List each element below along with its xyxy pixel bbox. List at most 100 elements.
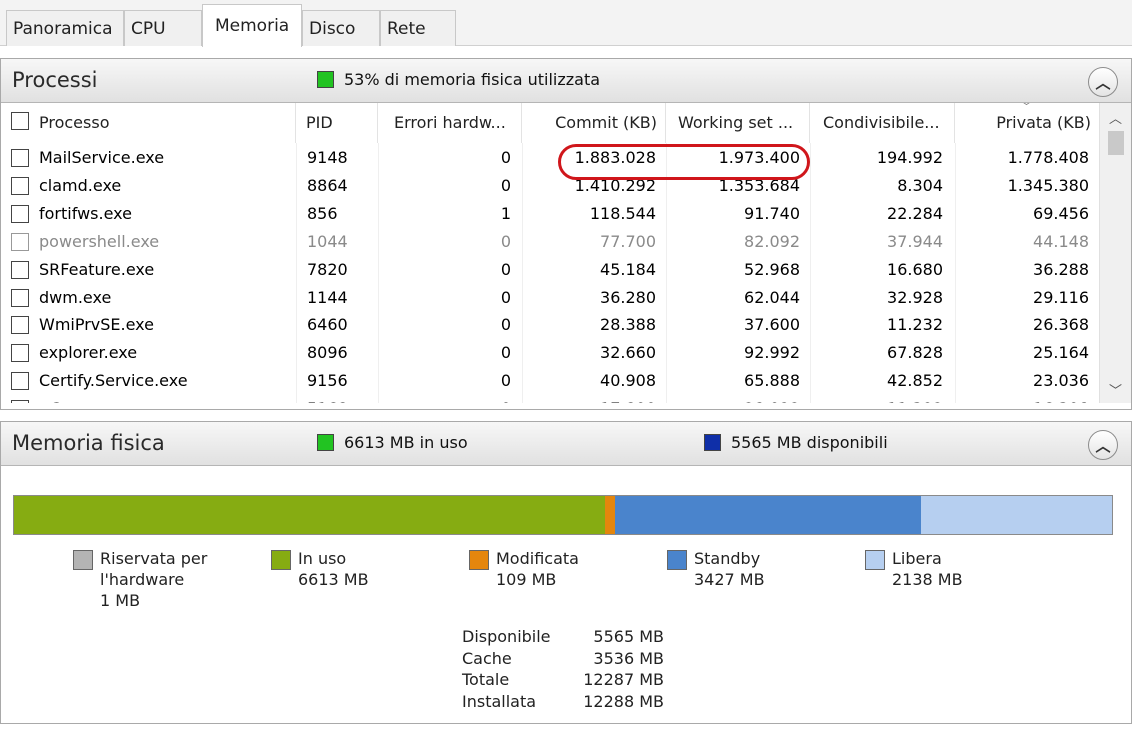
process-name: Certify.Service.exe (39, 371, 188, 391)
in-use-summary: 6613 MB in uso (317, 433, 468, 452)
column-privata[interactable]: ﹀ Privata (KB) (955, 103, 1099, 143)
stat-label: Totale (462, 670, 510, 689)
process-errors: 0 (500, 371, 511, 391)
legend-swatch (667, 550, 687, 570)
processes-header[interactable]: Processi 53% di memoria fisica utilizzat… (1, 59, 1131, 103)
row-checkbox[interactable] (11, 400, 29, 403)
table-row[interactable]: w3wp.exe 51680 17.800 28.022 11.392 16.308 (1, 396, 1099, 403)
row-checkbox[interactable] (11, 316, 29, 335)
available-swatch (704, 434, 721, 451)
process-private: 29.116 (1033, 287, 1089, 307)
process-errors: 1 (500, 203, 511, 223)
column-divider (955, 143, 956, 403)
table-row[interactable]: fortifws.exe 856 1 118.544 91.740 22.284 69.45… (1, 201, 1099, 229)
resource-monitor: Panoramica CPU Memoria Disco Rete Proces… (0, 0, 1132, 747)
process-name: clamd.exe (39, 175, 122, 195)
memory-usage-text: 53% di memoria fisica utilizzata (344, 70, 601, 89)
table-row[interactable]: WmiPrvSE.exe 6460 0 28.388 37.600 11.232 26.36… (1, 312, 1099, 340)
process-commit: 45.184 (600, 259, 656, 279)
tab-rete[interactable]: Rete (380, 10, 456, 46)
process-shared: 32.928 (887, 287, 943, 307)
process-pid: 1044 (307, 231, 348, 251)
column-divider (378, 143, 379, 403)
legend-value: 2138 MB (892, 570, 963, 589)
chevron-up-icon: ︿ (1095, 436, 1111, 455)
legend-value: 6613 MB (298, 570, 369, 589)
row-checkbox[interactable] (11, 204, 29, 223)
table-row[interactable]: powershell.exe 1044 0 77.700 82.092 37.944 44.… (1, 229, 1099, 257)
legend-label: Modificata (496, 549, 579, 568)
process-private: 69.456 (1033, 203, 1089, 223)
process-commit: 17.800 (522, 399, 656, 403)
column-errori-hardware[interactable]: Errori hardw... (378, 103, 522, 143)
process-working-set: 65.888 (744, 371, 800, 391)
process-private: 36.288 (1033, 259, 1089, 279)
bar-segment-modificata (604, 496, 615, 534)
process-working-set: 91.740 (744, 203, 800, 223)
column-pid[interactable]: PID (296, 103, 378, 143)
legend-swatch (271, 550, 291, 570)
tab-panoramica[interactable]: Panoramica (6, 10, 124, 46)
row-checkbox[interactable] (11, 232, 29, 251)
row-checkbox[interactable] (11, 149, 29, 167)
column-divider (810, 143, 811, 403)
table-row[interactable]: clamd.exe 8864 0 1.410.292 1.353.684 8.304 1.3… (1, 173, 1099, 201)
legend-swatch (865, 550, 885, 570)
column-label: Processo (39, 113, 110, 132)
stat-value: 12288 MB (583, 691, 664, 711)
scroll-up-icon[interactable]: ︿ (1100, 105, 1131, 129)
legend-swatch (469, 550, 489, 570)
physical-memory-header[interactable]: Memoria fisica 6613 MB in uso 5565 MB di… (1, 422, 1131, 466)
column-divider (296, 143, 297, 403)
column-commit[interactable]: Commit (KB) (522, 103, 666, 143)
column-processo[interactable]: Processo (1, 103, 296, 143)
process-commit: 28.388 (600, 315, 656, 335)
process-errors: 0 (378, 399, 511, 403)
process-errors: 0 (500, 343, 511, 363)
bar-segment-in-uso (14, 496, 605, 534)
table-row[interactable]: SRFeature.exe 7820 0 45.184 52.968 16.680 36.2… (1, 257, 1099, 285)
process-errors: 0 (500, 175, 511, 195)
tab-bar: Panoramica CPU Memoria Disco Rete (0, 0, 1132, 47)
table-row[interactable]: dwm.exe 1144 0 36.280 62.044 32.928 29.116 (1, 285, 1099, 313)
process-private: 1.778.408 (1007, 148, 1089, 167)
collapse-processes-button[interactable]: ︿ (1088, 67, 1118, 97)
process-commit: 77.700 (600, 231, 656, 251)
memory-usage-summary: 53% di memoria fisica utilizzata (317, 70, 600, 89)
tab-disco[interactable]: Disco (302, 10, 380, 46)
row-checkbox[interactable] (11, 288, 29, 307)
collapse-memory-button[interactable]: ︿ (1088, 430, 1118, 460)
legend-value: 1 MB (100, 591, 141, 610)
legend-text: In uso 6613 MB (298, 548, 369, 590)
chevron-up-icon: ︿ (1095, 73, 1111, 92)
legend-value: 3427 MB (694, 570, 765, 589)
legend-text: Libera 2138 MB (892, 548, 963, 590)
select-all-checkbox[interactable] (11, 112, 29, 130)
column-divider (522, 143, 523, 403)
process-commit: 32.660 (600, 343, 656, 363)
tab-cpu[interactable]: CPU (124, 10, 202, 46)
process-private: 44.148 (1033, 231, 1089, 251)
process-private: 16.308 (955, 399, 1089, 403)
scroll-thumb[interactable] (1108, 131, 1124, 155)
column-working-set[interactable]: Working set ... (666, 103, 810, 143)
process-errors: 0 (500, 148, 511, 167)
stat-label: Disponibile (462, 627, 551, 646)
process-scrollbar[interactable]: ︿ ﹀ (1099, 103, 1131, 403)
scroll-down-icon[interactable]: ﹀ (1100, 377, 1131, 401)
table-row[interactable]: MailService.exe 9148 0 1.883.028 1.973.400 19… (1, 145, 1099, 173)
row-checkbox[interactable] (11, 344, 29, 363)
process-pid: 7820 (307, 259, 348, 279)
bar-segment-libera (920, 496, 1112, 534)
row-checkbox[interactable] (11, 372, 29, 391)
column-condivisibile[interactable]: Condivisibile... (810, 103, 955, 143)
table-row[interactable]: explorer.exe 8096 0 32.660 92.992 67.828 25.16… (1, 340, 1099, 368)
row-checkbox[interactable] (11, 260, 29, 279)
row-checkbox[interactable] (11, 176, 29, 195)
process-pid: 8864 (307, 175, 348, 195)
sort-descending-icon: ﹀ (1021, 103, 1032, 113)
tab-memoria[interactable]: Memoria (202, 4, 302, 47)
process-pid: 9148 (307, 148, 348, 167)
legend-label: l'hardware (100, 570, 185, 589)
table-row[interactable]: Certify.Service.exe 9156 0 40.908 65.888 42.8… (1, 368, 1099, 396)
